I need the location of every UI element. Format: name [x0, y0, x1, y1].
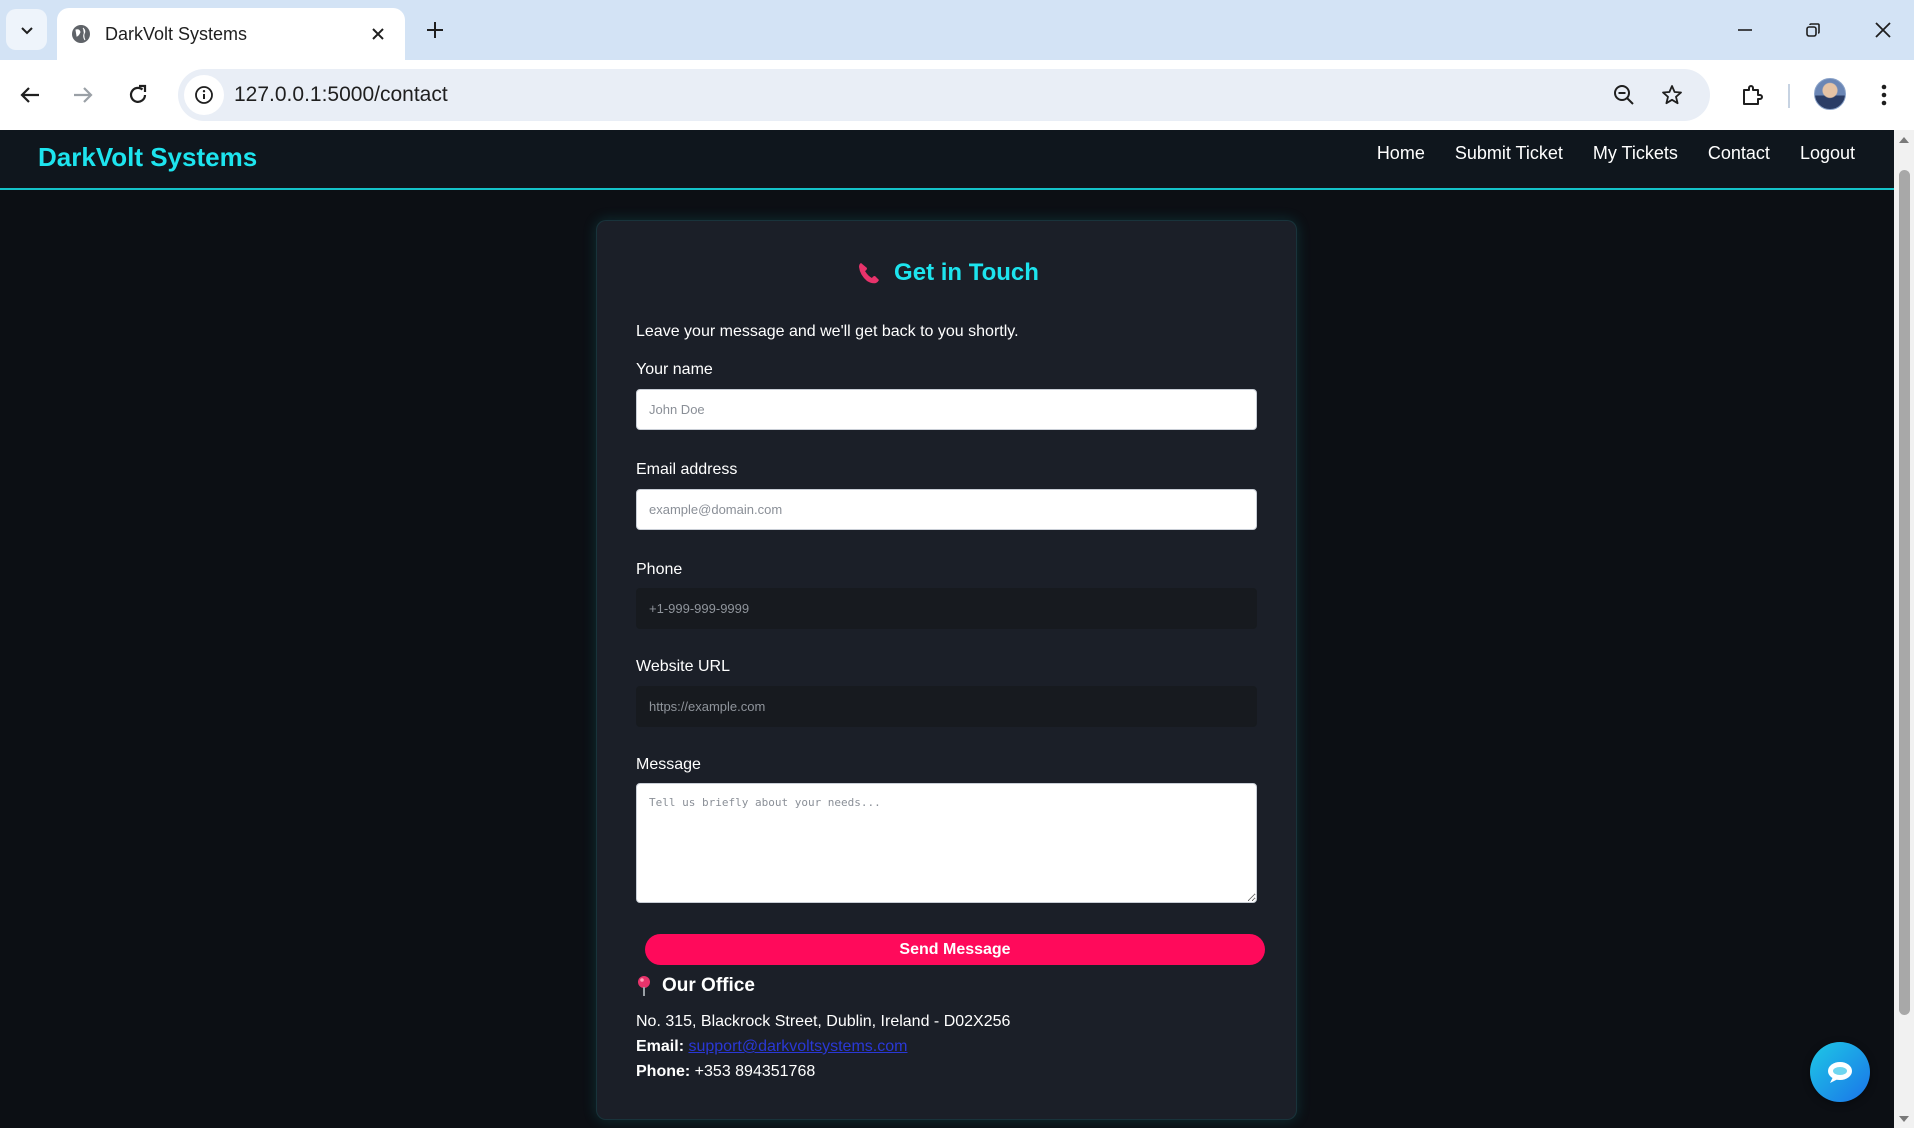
- office-email-line: Email: support@darkvoltsystems.com: [636, 1038, 907, 1056]
- tab-close-icon[interactable]: [365, 21, 391, 47]
- nav-link-contact[interactable]: Contact: [1708, 143, 1770, 164]
- reload-button[interactable]: [120, 77, 156, 113]
- website-label: Website URL: [636, 658, 730, 675]
- site-info-button[interactable]: [184, 75, 224, 115]
- email-label: Email address: [636, 461, 738, 478]
- browser-tab-strip: DarkVolt Systems: [0, 0, 1914, 60]
- send-message-button[interactable]: Send Message: [645, 934, 1265, 965]
- office-title-text: Our Office: [662, 975, 755, 996]
- office-address: No. 315, Blackrock Street, Dublin, Irela…: [636, 1013, 1011, 1030]
- plus-icon: [427, 22, 443, 38]
- puzzle-icon: [1743, 85, 1763, 105]
- browser-toolbar: 127.0.0.1:5000/contact: [0, 60, 1914, 130]
- reload-icon: [129, 84, 147, 103]
- browser-menu-button[interactable]: [1866, 77, 1902, 113]
- url-text: 127.0.0.1:5000/contact: [234, 83, 448, 106]
- more-vertical-icon: [1881, 84, 1887, 106]
- nav-links: Home Submit Ticket My Tickets Contact Lo…: [1377, 143, 1855, 164]
- back-button[interactable]: [12, 77, 48, 113]
- email-input[interactable]: [636, 489, 1257, 530]
- office-phone-label: Phone:: [636, 1063, 691, 1080]
- profile-avatar[interactable]: [1814, 78, 1846, 110]
- restore-icon: [1806, 23, 1820, 37]
- phone-input[interactable]: [636, 588, 1257, 629]
- contact-title: Get in Touch: [597, 259, 1298, 287]
- office-title: Our Office: [636, 975, 755, 997]
- website-input[interactable]: [636, 686, 1257, 727]
- phone-label: Phone: [636, 561, 683, 578]
- tab-search-button[interactable]: [6, 9, 47, 50]
- chat-widget-button[interactable]: [1810, 1042, 1870, 1102]
- contact-intro: Leave your message and we'll get back to…: [636, 323, 1019, 340]
- office-phone-line: Phone: +353 894351768: [636, 1063, 815, 1081]
- office-phone-value: +353 894351768: [694, 1063, 816, 1080]
- minimize-icon: [1738, 29, 1752, 31]
- arrow-left-icon: [20, 87, 39, 103]
- zoom-button[interactable]: [1606, 77, 1642, 113]
- scrollbar-thumb[interactable]: [1899, 170, 1910, 1015]
- brand-logo-text[interactable]: DarkVolt Systems: [38, 142, 257, 173]
- tab-title: DarkVolt Systems: [105, 23, 248, 44]
- page-viewport: DarkVolt Systems Home Submit Ticket My T…: [0, 130, 1894, 1128]
- bookmark-button[interactable]: [1654, 77, 1690, 113]
- restore-button[interactable]: [1790, 12, 1836, 48]
- site-navbar: DarkVolt Systems Home Submit Ticket My T…: [0, 130, 1894, 190]
- name-label: Your name: [636, 361, 713, 378]
- scroll-down-icon[interactable]: [1898, 1115, 1910, 1125]
- name-input[interactable]: [636, 389, 1257, 430]
- scroll-up-icon[interactable]: [1898, 136, 1910, 146]
- arrow-right-icon: [74, 87, 93, 103]
- contact-title-text: Get in Touch: [894, 259, 1039, 286]
- message-textarea[interactable]: [636, 783, 1257, 903]
- zoom-out-icon: [1614, 85, 1634, 105]
- close-window-button[interactable]: [1860, 12, 1906, 48]
- office-email-link[interactable]: support@darkvoltsystems.com: [688, 1038, 907, 1055]
- chat-bubble-icon: [1828, 1062, 1852, 1083]
- contact-card: Get in Touch Leave your message and we'l…: [596, 220, 1297, 1120]
- message-label: Message: [636, 756, 701, 773]
- new-tab-button[interactable]: [419, 14, 451, 46]
- nav-link-submit-ticket[interactable]: Submit Ticket: [1455, 143, 1563, 164]
- page-scrollbar[interactable]: [1894, 130, 1914, 1128]
- forward-button[interactable]: [65, 77, 101, 113]
- nav-link-home[interactable]: Home: [1377, 143, 1425, 164]
- chevron-down-icon: [20, 26, 33, 34]
- address-bar[interactable]: 127.0.0.1:5000/contact: [178, 69, 1710, 121]
- close-icon: [1875, 22, 1891, 38]
- office-email-label: Email:: [636, 1038, 685, 1055]
- round-pushpin-icon: [638, 976, 650, 996]
- info-icon: [195, 86, 213, 104]
- globe-icon: [72, 25, 90, 43]
- browser-tab-active[interactable]: DarkVolt Systems: [57, 8, 405, 60]
- minimize-button[interactable]: [1722, 12, 1768, 48]
- extensions-button[interactable]: [1734, 77, 1770, 113]
- toolbar-divider: [1788, 84, 1790, 108]
- nav-link-logout[interactable]: Logout: [1800, 143, 1855, 164]
- nav-link-my-tickets[interactable]: My Tickets: [1593, 143, 1678, 164]
- telephone-receiver-icon: [859, 263, 880, 284]
- star-icon: [1662, 85, 1682, 105]
